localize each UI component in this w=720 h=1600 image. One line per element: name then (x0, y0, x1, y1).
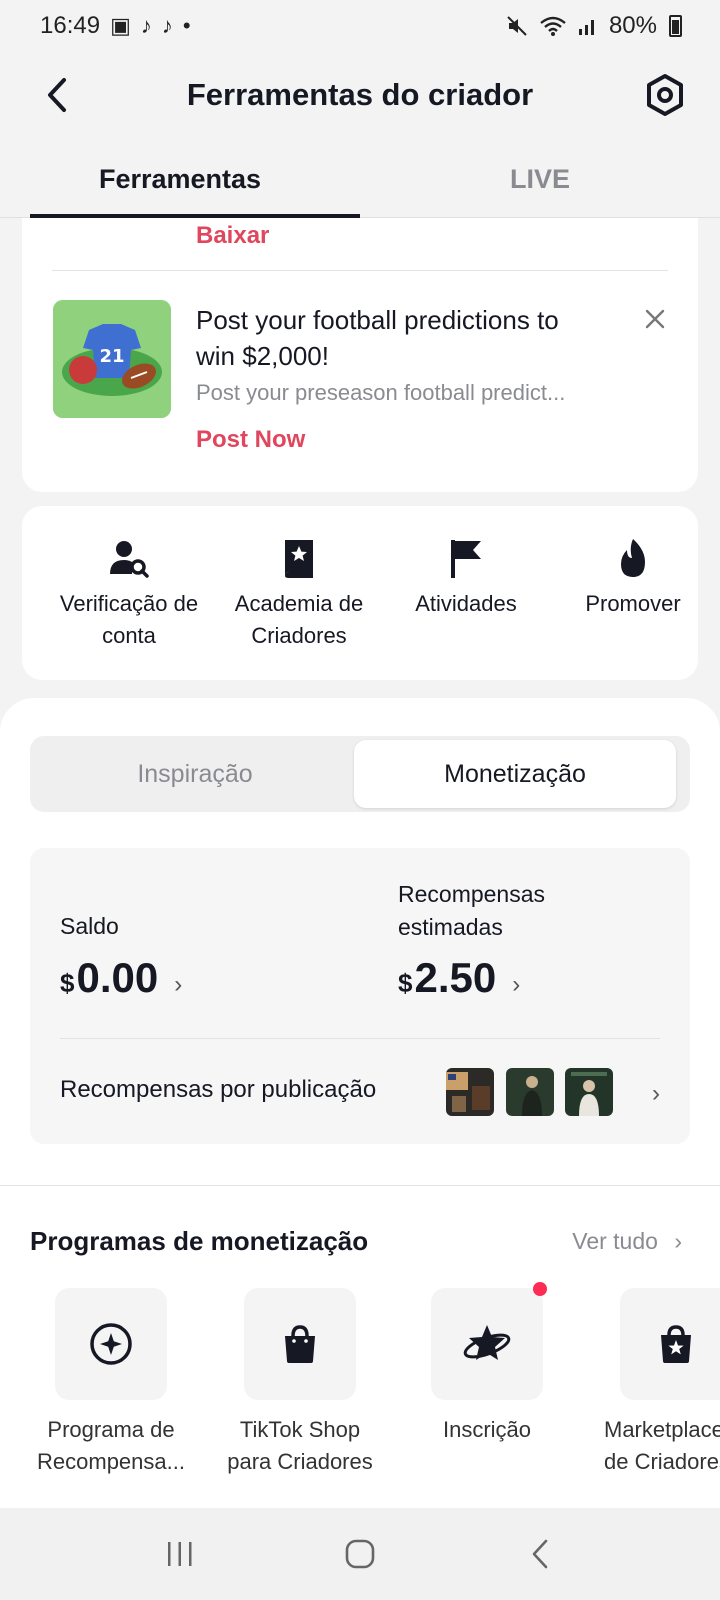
home-button[interactable] (320, 1524, 400, 1584)
chevron-left-icon (48, 78, 66, 112)
segment-control: Inspiração Monetização (30, 736, 690, 812)
tool-label: Verificação de conta (59, 591, 199, 648)
post-thumbnail (506, 1068, 554, 1116)
tab-ferramentas[interactable]: Ferramentas (0, 148, 360, 218)
back-button[interactable] (34, 72, 80, 118)
wifi-icon (540, 16, 566, 36)
header: Ferramentas do criador (0, 52, 720, 138)
program-subscription[interactable]: Inscrição (394, 1282, 580, 1446)
promo-description: Post your preseason football predict... (196, 380, 566, 405)
person-search-icon (110, 541, 149, 578)
programs-title: Programas de monetização (30, 1226, 369, 1256)
download-link[interactable]: Baixar (196, 222, 269, 250)
flame-icon (621, 539, 645, 577)
rewards-value[interactable]: $ 2.50 › (398, 954, 520, 1002)
tab-bar: Ferramentas LIVE (0, 148, 720, 218)
star-circle-icon (90, 1323, 132, 1365)
tiktok-icon: ♪ (140, 13, 152, 38)
program-tiktok-shop[interactable]: TikTok Shop para Criadores (207, 1288, 393, 1478)
battery-percent: 80% (608, 12, 657, 39)
planet-star-icon (463, 1325, 511, 1360)
scroll-content[interactable]: Baixar 21 Post your football predictions… (0, 218, 720, 1508)
status-bar: 16:49 ▣ ♪ ♪ • 80% (0, 0, 720, 52)
signal-icon (578, 20, 594, 35)
promo-title[interactable]: Post your football predictions to win $2… (196, 302, 596, 374)
close-promo-button[interactable] (640, 304, 670, 334)
gear-icon (647, 74, 683, 116)
monetization-sheet: Inspiração Monetização Saldo $ 0.00 › Re… (0, 698, 720, 1508)
tab-live[interactable]: LIVE (360, 148, 720, 217)
segment-monetization[interactable]: Monetização (354, 740, 676, 808)
chevron-right-icon: › (674, 1228, 682, 1254)
tool-label: Academia de Criadores (234, 591, 364, 648)
chevron-right-icon: › (512, 971, 521, 998)
mute-icon (507, 16, 527, 36)
flag-icon (451, 540, 481, 578)
system-back-button[interactable] (500, 1524, 580, 1584)
chevron-right-icon[interactable]: › (652, 1080, 660, 1108)
tool-label: Atividades (415, 591, 517, 616)
tools-card: Verificação de conta Academia de Criador… (22, 506, 698, 680)
home-icon (345, 1539, 375, 1569)
recent-apps-icon (168, 1542, 192, 1566)
close-icon (645, 309, 665, 329)
program-rewards[interactable]: Programa de Recompensa... (18, 1288, 204, 1478)
balance-value[interactable]: $ 0.00 › (60, 954, 182, 1002)
battery-icon (669, 15, 682, 37)
recent-apps-button[interactable] (140, 1524, 220, 1584)
rewards-per-post-label[interactable]: Recompensas por publicação (60, 1076, 376, 1104)
see-all-link[interactable]: Ver tudo › (572, 1228, 682, 1255)
back-arrow-icon (532, 1539, 548, 1569)
dot-icon: • (182, 13, 191, 38)
tool-creator-academy[interactable]: Academia de Criadores (214, 534, 384, 652)
balance-label: Saldo (60, 913, 119, 939)
segment-inspiration[interactable]: Inspiração (34, 740, 356, 808)
system-nav-bar (0, 1508, 720, 1600)
promo-card: Baixar 21 Post your football predictions… (22, 218, 698, 492)
earnings-card: Saldo $ 0.00 › Recompensas estimadas $ 2… (30, 848, 690, 1144)
program-marketplace[interactable]: Marketplace de Criadores (580, 1288, 720, 1478)
chevron-right-icon: › (174, 971, 183, 998)
jersey-number: 21 (99, 346, 124, 367)
tool-account-verification[interactable]: Verificação de conta (44, 534, 214, 652)
post-thumbnail (446, 1068, 494, 1116)
book-star-icon (285, 540, 313, 578)
gallery-icon: ▣ (110, 13, 131, 38)
status-time: 16:49 (40, 12, 101, 39)
divider (52, 270, 668, 271)
notification-dot (533, 1282, 547, 1296)
football-promo-image: 21 (53, 300, 171, 418)
post-thumbnail (565, 1068, 613, 1116)
rewards-label: Recompensas estimadas (398, 881, 546, 940)
divider (60, 1038, 660, 1039)
settings-button[interactable] (640, 70, 690, 120)
tool-activities[interactable]: Atividades (381, 534, 551, 620)
tiktok-icon-2: ♪ (161, 13, 173, 38)
bag-star-icon (661, 1325, 691, 1363)
tool-promote[interactable]: Promover (548, 534, 698, 620)
page-title: Ferramentas do criador (186, 77, 534, 112)
shopping-bag-icon (285, 1325, 315, 1363)
section-divider (0, 1185, 720, 1186)
post-now-link[interactable]: Post Now (196, 426, 305, 454)
tool-label: Promover (585, 591, 681, 616)
